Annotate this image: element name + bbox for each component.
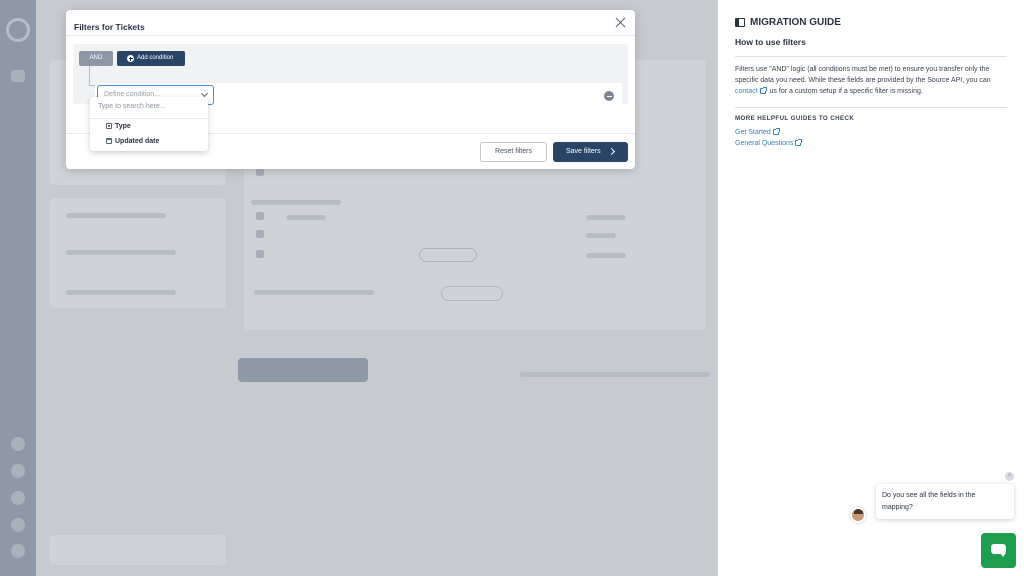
shield-icon bbox=[11, 491, 25, 505]
external-link-icon bbox=[759, 87, 767, 95]
inbox-icon bbox=[11, 70, 25, 82]
bg-line bbox=[66, 213, 166, 218]
guide-subtitle: How to use filters bbox=[735, 37, 806, 47]
external-link-icon bbox=[772, 127, 780, 135]
bg-checkbox bbox=[256, 168, 264, 176]
bg-line bbox=[586, 233, 616, 238]
guide-text-part: us for a custom setup if a specific filt… bbox=[769, 88, 923, 96]
bg-checkbox bbox=[256, 212, 264, 220]
settings-icon bbox=[11, 437, 25, 451]
bg-line bbox=[66, 250, 176, 255]
bg-pill bbox=[419, 248, 477, 262]
chat-icon bbox=[991, 544, 1006, 557]
chat-dismiss-button[interactable]: × bbox=[1005, 472, 1014, 481]
divider bbox=[735, 106, 1007, 108]
close-icon[interactable] bbox=[615, 17, 626, 28]
app-sidebar bbox=[0, 0, 36, 576]
filter-group: AND Add condition Define condition... bbox=[73, 44, 628, 108]
remove-condition-icon[interactable] bbox=[604, 91, 614, 101]
globe-icon bbox=[11, 544, 25, 558]
plus-icon bbox=[127, 55, 134, 62]
dropdown-option-updated-date[interactable]: Updated date bbox=[90, 134, 208, 149]
guide-description: Filters use "AND" logic (all conditions … bbox=[735, 64, 1007, 98]
bg-start-migration-button bbox=[238, 358, 368, 382]
agent-avatar bbox=[850, 507, 866, 523]
bg-line bbox=[520, 372, 710, 377]
and-logic-badge[interactable]: AND bbox=[79, 51, 113, 66]
guide-title: MIGRATION GUIDE bbox=[750, 16, 841, 28]
dropdown-search-input[interactable]: Type to search here... bbox=[90, 97, 208, 119]
guide-title-row: MIGRATION GUIDE bbox=[735, 15, 1007, 29]
bg-line bbox=[66, 290, 176, 295]
more-guides-heading: MORE HELPFUL GUIDES TO CHECK bbox=[735, 114, 855, 122]
chevron-right-icon bbox=[607, 147, 616, 156]
add-condition-label: Add condition bbox=[137, 55, 174, 61]
bg-card bbox=[50, 535, 226, 565]
dropdown-option-type[interactable]: Type bbox=[90, 119, 208, 134]
reset-filters-button[interactable]: Reset filters bbox=[480, 142, 547, 162]
bg-line bbox=[254, 290, 374, 295]
chat-message-bubble[interactable]: Do you see all the fields in the mapping… bbox=[876, 484, 1014, 519]
add-condition-button[interactable]: Add condition bbox=[117, 51, 185, 66]
bg-line bbox=[586, 215, 626, 220]
divider bbox=[735, 56, 1007, 57]
help-icon bbox=[11, 518, 25, 532]
bg-checkbox bbox=[256, 230, 264, 238]
external-link-icon bbox=[795, 138, 803, 146]
save-filters-button[interactable]: Save filters bbox=[553, 142, 628, 162]
location-icon bbox=[11, 464, 25, 478]
bg-line bbox=[286, 215, 326, 220]
chat-message-text: Do you see all the fields in the mapping… bbox=[882, 492, 976, 511]
calendar-icon bbox=[106, 138, 112, 144]
chat-launcher-button[interactable] bbox=[981, 533, 1016, 568]
modal-header: Filters for Tickets bbox=[66, 10, 635, 36]
tag-icon bbox=[106, 123, 112, 129]
book-icon bbox=[735, 17, 745, 27]
guide-link-general-questions[interactable]: General Questions bbox=[735, 138, 1007, 149]
guide-link-label[interactable]: General Questions bbox=[735, 140, 793, 147]
guide-link-get-started[interactable]: Get Started bbox=[735, 127, 1007, 138]
bg-line bbox=[586, 253, 626, 258]
dropdown-option-label: Updated date bbox=[115, 138, 160, 145]
bg-checkbox bbox=[256, 250, 264, 258]
guide-link-label[interactable]: Get Started bbox=[735, 129, 771, 136]
bg-pill bbox=[441, 286, 503, 301]
condition-dropdown: Type to search here... Type Updated date bbox=[90, 97, 208, 151]
modal-title: Filters for Tickets bbox=[74, 22, 145, 32]
chevron-down-icon bbox=[200, 89, 209, 98]
logo-icon bbox=[6, 18, 30, 42]
dropdown-option-label: Type bbox=[115, 123, 131, 130]
save-filters-label: Save filters bbox=[566, 148, 601, 155]
bg-line bbox=[251, 200, 341, 205]
guide-text-part: Filters use "AND" logic (all conditions … bbox=[735, 66, 991, 85]
contact-link[interactable]: contact bbox=[735, 88, 758, 95]
